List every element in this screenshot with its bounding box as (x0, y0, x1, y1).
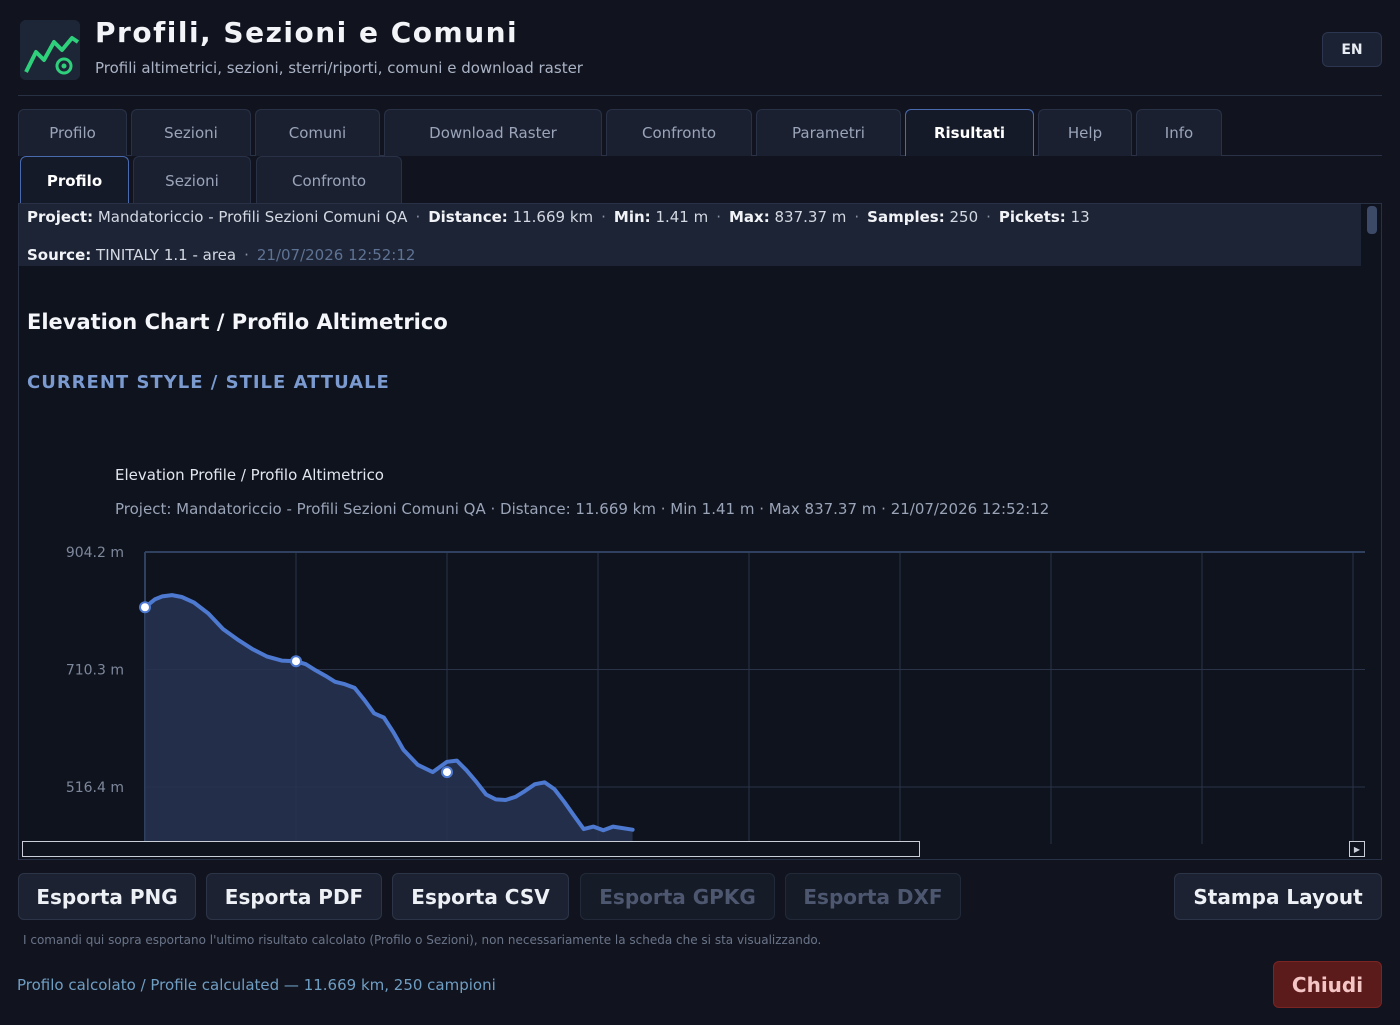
separator: · (854, 208, 860, 226)
close-button[interactable]: Chiudi (1273, 961, 1382, 1008)
export-dxf-button[interactable]: Esporta DXF (785, 873, 961, 920)
tab-download-raster[interactable]: Download Raster (384, 109, 602, 156)
elevation-chart: 904.2 m 710.3 m 516.4 m (66, 545, 1365, 844)
pickets-value: 13 (1070, 208, 1090, 226)
print-layout-button[interactable]: Stampa Layout (1174, 873, 1382, 920)
picket-marker (290, 655, 302, 668)
subtab-profilo[interactable]: Profilo (20, 156, 129, 204)
info-line-1: Project: Mandatoriccio - Profili Sezioni… (27, 208, 1090, 226)
results-panel[interactable]: Project: Mandatoriccio - Profili Sezioni… (18, 203, 1382, 860)
tab-confronto[interactable]: Confronto (606, 109, 752, 156)
horizontal-scrollbar[interactable] (22, 841, 920, 857)
tab-profilo[interactable]: Profilo (18, 109, 127, 156)
samples-value: 250 (949, 208, 979, 226)
elevation-area (145, 595, 633, 844)
separator: · (716, 208, 721, 226)
max-value: 837.37 m (774, 208, 847, 226)
pickets-label: Pickets: (998, 208, 1066, 226)
y-tick-label: 904.2 m (66, 545, 124, 561)
result-subtab-bar: Profilo Sezioni Confronto (18, 156, 1382, 204)
chart-title: Elevation Profile / Profilo Altimetrico (115, 466, 384, 484)
separator: · (244, 246, 249, 264)
subtab-sezioni[interactable]: Sezioni (133, 156, 251, 204)
language-toggle-button[interactable]: EN (1322, 32, 1382, 67)
picket-marker (441, 766, 453, 779)
picket-marker (139, 601, 151, 614)
profile-info-bar: Project: Mandatoriccio - Profili Sezioni… (19, 204, 1361, 266)
chart-subtitle: Project: Mandatoriccio - Profili Sezioni… (115, 500, 1050, 518)
subtab-confronto[interactable]: Confronto (256, 156, 402, 204)
separator: · (986, 208, 991, 226)
info-line-2: Source: TINITALY 1.1 - area · 21/07/2026 1… (27, 246, 415, 264)
elevation-chart-heading: Elevation Chart / Profilo Altimetrico (27, 310, 448, 334)
export-note: I comandi qui sopra esportano l'ultimo r… (23, 933, 822, 947)
export-csv-button[interactable]: Esporta CSV (392, 873, 569, 920)
timestamp: 21/07/2026 12:52:12 (256, 246, 416, 264)
separator: · (601, 208, 606, 226)
y-tick-label: 516.4 m (66, 780, 124, 796)
tab-parametri[interactable]: Parametri (756, 109, 901, 156)
app-header: Profili, Sezioni e Comuni Profili altime… (18, 14, 1382, 96)
min-value: 1.41 m (655, 208, 709, 226)
project-label: Project: (27, 208, 94, 226)
current-style-heading: CURRENT STYLE / STILE ATTUALE (27, 372, 390, 393)
app-title: Profili, Sezioni e Comuni (95, 16, 519, 49)
separator: · (415, 208, 421, 226)
max-label: Max: (729, 208, 770, 226)
export-pdf-button[interactable]: Esporta PDF (206, 873, 382, 920)
tab-help[interactable]: Help (1038, 109, 1132, 156)
source-label: Source: (27, 246, 92, 264)
tab-sezioni[interactable]: Sezioni (131, 109, 251, 156)
app-subtitle: Profili altimetrici, sezioni, sterri/rip… (95, 59, 583, 77)
tab-comuni[interactable]: Comuni (255, 109, 380, 156)
scroll-right-arrow-icon[interactable]: ▶ (1349, 841, 1365, 857)
vertical-scrollbar[interactable] (1367, 206, 1377, 234)
project-value: Mandatoriccio - Profili Sezioni Comuni Q… (97, 208, 408, 226)
tab-risultati[interactable]: Risultati (905, 109, 1034, 156)
source-value: TINITALY 1.1 - area (96, 246, 237, 264)
samples-label: Samples: (867, 208, 945, 226)
distance-label: Distance: (428, 208, 508, 226)
main-tab-bar: Profilo Sezioni Comuni Download Raster C… (18, 109, 1382, 156)
y-tick-label: 710.3 m (66, 663, 124, 679)
export-gpkg-button[interactable]: Esporta GPKG (580, 873, 775, 920)
app-logo-icon (20, 20, 80, 80)
status-text: Profilo calcolato / Profile calculated —… (17, 976, 496, 994)
distance-value: 11.669 km (512, 208, 594, 226)
tab-info[interactable]: Info (1136, 109, 1222, 156)
min-label: Min: (613, 208, 651, 226)
export-png-button[interactable]: Esporta PNG (18, 873, 196, 920)
